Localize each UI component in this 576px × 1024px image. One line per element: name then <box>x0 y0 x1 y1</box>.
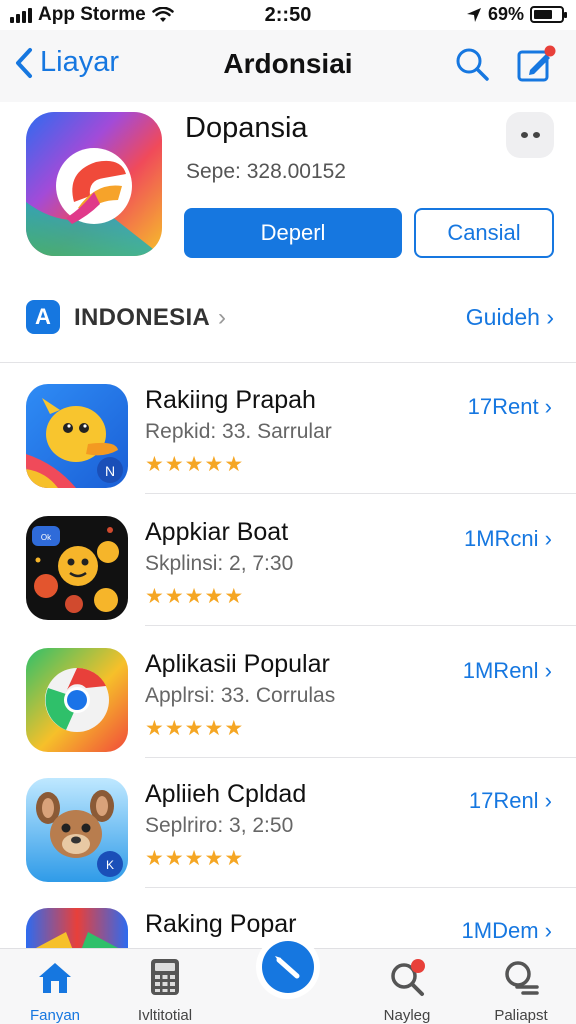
svg-text:K: K <box>106 858 114 872</box>
featured-app-name: Dopansia <box>185 112 308 144</box>
app-logo-icon <box>26 112 162 256</box>
app-subtitle: Applrsi: 33. Corrulas <box>145 684 336 707</box>
app-subtitle: Skplinsi: 2, 7:30 <box>145 552 294 575</box>
app-action-link[interactable]: 17Rent › <box>468 394 552 420</box>
star-icon: ★ <box>224 847 244 870</box>
app-name: Appkiar Boat <box>145 518 289 546</box>
star-icon: ★ <box>184 717 204 740</box>
compose-center-button[interactable] <box>262 941 314 993</box>
compose-pen-icon <box>275 956 300 979</box>
app-subtitle: Repkid: 33. Sarrular <box>145 420 332 443</box>
app-name: Apliieh Cpldad <box>145 780 307 808</box>
star-icon: ★ <box>224 585 244 608</box>
app-action-link[interactable]: 17Renl › <box>469 788 552 814</box>
home-icon <box>39 963 71 993</box>
duck-mascot-icon: N <box>26 384 128 488</box>
star-icon: ★ <box>164 847 184 870</box>
more-button[interactable] <box>506 112 554 158</box>
section-header: A INDONESIA › Guideh › <box>0 290 576 346</box>
app-name: Rakiing Prapah <box>145 386 316 414</box>
tab-search[interactable]: Nayleg <box>352 957 462 1024</box>
star-rating: ★ ★ ★ ★ ★ <box>145 584 243 609</box>
search-icon[interactable] <box>454 46 490 82</box>
star-rating: ★ ★ ★ ★ ★ <box>145 452 243 477</box>
chrome-logo-icon <box>26 648 128 752</box>
svg-text:Ok: Ok <box>41 533 52 542</box>
calculator-icon <box>151 959 179 995</box>
featured-app-meta: Sepe: 328.00152 <box>186 160 346 183</box>
cancel-button[interactable]: Cansial <box>414 208 554 258</box>
app-icon <box>26 648 128 752</box>
section-link[interactable]: Guideh › <box>466 304 554 331</box>
primary-button[interactable]: Deperl <box>184 208 402 258</box>
app-icon: K <box>26 778 128 882</box>
tab-label: Paliapst <box>494 1007 548 1024</box>
app-name: Aplikasii Popular <box>145 650 330 678</box>
star-icon: ★ <box>184 585 204 608</box>
app-action-link[interactable]: 1MRcni › <box>464 526 552 552</box>
divider <box>145 493 576 494</box>
star-icon: ★ <box>145 717 164 740</box>
star-icon: ★ <box>184 847 204 870</box>
battery-fill <box>534 10 552 19</box>
app-name: Raking Popar <box>145 910 297 938</box>
kangaroo-mascot-icon: K <box>26 778 128 882</box>
list-item[interactable]: Ok Appkiar Boat Skplinsi: 2, 7:30 ★ ★ ★ ★ ★ … <box>0 496 576 626</box>
star-rating: ★ ★ ★ ★ ★ <box>145 846 243 871</box>
star-icon: ★ <box>204 717 224 740</box>
tab-label: Nayleg <box>383 1007 431 1024</box>
star-rating: ★ ★ ★ ★ ★ <box>145 716 243 741</box>
status-bar: App Storme 2::50 69% <box>0 0 576 30</box>
star-icon: ★ <box>145 847 164 870</box>
star-icon: ★ <box>224 453 244 476</box>
battery-label: 69% <box>487 4 524 24</box>
app-subtitle: Seplriro: 3, 2:50 <box>145 814 294 837</box>
app-icon: Ok <box>26 516 128 620</box>
compose-icon[interactable] <box>516 44 556 84</box>
app-action-link[interactable]: 1MDem › <box>462 918 552 944</box>
tab-calculator[interactable]: Ivltitotial <box>110 957 220 1024</box>
battery-icon <box>530 6 567 23</box>
search-badge-icon <box>391 959 425 996</box>
svg-text:N: N <box>105 463 115 479</box>
tab-home[interactable]: Fanyan <box>0 957 110 1024</box>
star-icon: ★ <box>164 453 184 476</box>
tab-settings[interactable]: Paliapst <box>466 957 576 1024</box>
star-icon: ★ <box>164 717 184 740</box>
emoji-faces-icon: Ok <box>26 516 128 620</box>
section-badge: A <box>26 300 60 334</box>
location-arrow-icon <box>466 7 481 22</box>
nav-bar: Liayar Ardonsiai <box>0 30 576 102</box>
app-action-link[interactable]: 1MRenl › <box>463 658 552 684</box>
star-icon: ★ <box>204 847 224 870</box>
status-right: 69% <box>466 4 567 25</box>
app-icon: N <box>26 384 128 488</box>
section-title[interactable]: INDONESIA <box>74 304 210 332</box>
divider <box>145 625 576 626</box>
star-icon: ★ <box>224 717 244 740</box>
more-icon <box>532 132 540 138</box>
more-icon <box>520 132 528 138</box>
featured-app-icon[interactable] <box>26 112 162 256</box>
tab-bar: Fanyan Ivltitotial Nayleg Paliapst <box>0 941 576 1024</box>
list-item[interactable]: K Apliieh Cpldad Seplriro: 3, 2:50 ★ ★ ★ ★ ★… <box>0 758 576 888</box>
star-icon: ★ <box>145 585 164 608</box>
chevron-right-icon: › <box>218 304 226 331</box>
tab-label: Ivltitotial <box>137 1007 193 1024</box>
star-icon: ★ <box>204 585 224 608</box>
list-item[interactable]: N Rakiing Prapah Repkid: 33. Sarrular ★ ★… <box>0 364 576 494</box>
star-icon: ★ <box>184 453 204 476</box>
search-settings-icon <box>505 961 539 995</box>
divider <box>0 362 576 363</box>
list-item[interactable]: Aplikasii Popular Applrsi: 33. Corrulas … <box>0 628 576 758</box>
star-icon: ★ <box>145 453 164 476</box>
star-icon: ★ <box>164 585 184 608</box>
star-icon: ★ <box>204 453 224 476</box>
tab-label: Fanyan <box>29 1007 81 1024</box>
